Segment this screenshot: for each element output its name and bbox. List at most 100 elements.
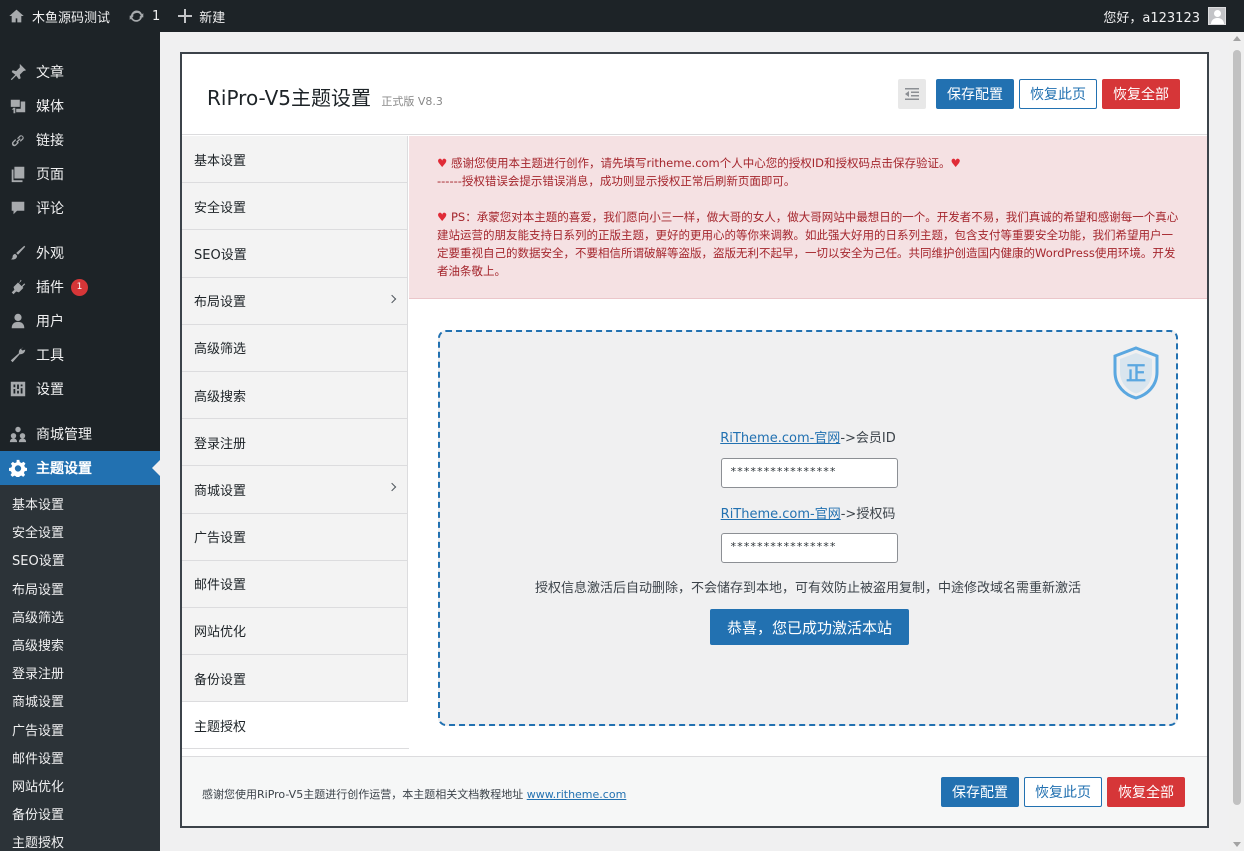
link-icon bbox=[8, 130, 28, 150]
footer-reset-all-button[interactable]: 恢复全部 bbox=[1107, 777, 1185, 807]
menu-item-plugins[interactable]: 插件 1 bbox=[0, 270, 160, 304]
auth-code-input[interactable]: **************** bbox=[721, 533, 898, 563]
submenu-item[interactable]: 主题授权 bbox=[0, 830, 160, 851]
nav-item[interactable]: 安全设置 bbox=[182, 183, 407, 231]
save-button[interactable]: 保存配置 bbox=[936, 79, 1014, 109]
menu-item-comments[interactable]: 评论 bbox=[0, 191, 160, 225]
member-id-input[interactable]: **************** bbox=[721, 458, 898, 488]
nav-label: 高级搜索 bbox=[194, 389, 247, 405]
comment-icon bbox=[8, 198, 28, 218]
new-label: 新建 bbox=[199, 10, 226, 26]
footer-save-button[interactable]: 保存配置 bbox=[941, 777, 1019, 807]
menu-label: 外观 bbox=[36, 246, 64, 262]
submenu-item[interactable]: 高级搜索 bbox=[0, 633, 160, 661]
menu-label: 商城管理 bbox=[36, 427, 92, 443]
menu-item-shop[interactable]: 商城管理 bbox=[0, 417, 160, 451]
nav-item-active[interactable]: 主题授权 bbox=[182, 702, 409, 750]
nav-item[interactable]: 登录注册 bbox=[182, 419, 407, 467]
nav-item[interactable]: 商城设置 bbox=[182, 466, 407, 514]
reset-page-button[interactable]: 恢复此页 bbox=[1019, 79, 1097, 109]
media-icon bbox=[8, 96, 28, 116]
panel-footer: 感谢您使用RiPro-V5主题进行创作运营，本主题相关文档教程地址 www.ri… bbox=[182, 756, 1207, 826]
nav-item[interactable]: SEO设置 bbox=[182, 230, 407, 278]
menu-label: 链接 bbox=[36, 133, 64, 149]
menu-label: 主题设置 bbox=[36, 461, 92, 477]
nav-item[interactable]: 高级筛选 bbox=[182, 325, 407, 372]
menu-item-settings[interactable]: 设置 bbox=[0, 372, 160, 406]
page-scrollbar[interactable] bbox=[1229, 32, 1244, 851]
menu-item-tools[interactable]: 工具 bbox=[0, 338, 160, 372]
notice-line: ♥ 感谢您使用本主题进行创作，请先填写ritheme.com个人中心您的授权ID… bbox=[437, 154, 1179, 172]
chevron-right-icon bbox=[387, 294, 397, 303]
panel-header: RiPro-V5主题设置 正式版 V8.3 保存配置 恢复此页 恢复全部 bbox=[182, 54, 1207, 135]
menu-separator bbox=[0, 406, 160, 417]
submenu-item[interactable]: 邮件设置 bbox=[0, 746, 160, 774]
nav-label: 高级筛选 bbox=[194, 342, 247, 358]
submenu-item[interactable]: 商城设置 bbox=[0, 689, 160, 717]
notice-text: PS：承蒙您对本主题的喜爱，我们愿向小三一样，做大哥的女人，做大哥网站中最想日的… bbox=[437, 210, 1179, 278]
submenu-item[interactable]: 基本设置 bbox=[0, 492, 160, 520]
settings-panel: RiPro-V5主题设置 正式版 V8.3 保存配置 恢复此页 恢复全部 基本设… bbox=[180, 52, 1209, 828]
nav-item[interactable]: 广告设置 bbox=[182, 514, 407, 561]
nav-item[interactable]: 布局设置 bbox=[182, 278, 407, 325]
nav-item[interactable]: 邮件设置 bbox=[182, 561, 407, 608]
ritheme-link[interactable]: RiTheme.com-官网 bbox=[721, 507, 841, 522]
settings-content: ♥ 感谢您使用本主题进行创作，请先填写ritheme.com个人中心您的授权ID… bbox=[409, 136, 1207, 756]
menu-separator bbox=[0, 225, 160, 236]
menu-item-pages[interactable]: 页面 bbox=[0, 157, 160, 191]
reset-all-button[interactable]: 恢复全部 bbox=[1102, 79, 1180, 109]
menu-item-appearance[interactable]: 外观 bbox=[0, 236, 160, 270]
menu-item-media[interactable]: 媒体 bbox=[0, 89, 160, 123]
nav-item[interactable]: 高级搜索 bbox=[182, 372, 407, 420]
submenu-item[interactable]: 网站优化 bbox=[0, 774, 160, 802]
license-note: 授权信息激活后自动删除，不会储存到本地，可有效防止被盗用复制，中途修改域名需重新… bbox=[534, 581, 1081, 596]
auth-code-label: RiTheme.com-官网->授权码 bbox=[440, 503, 1176, 522]
new-content-link[interactable]: 新建 bbox=[168, 0, 233, 32]
submenu-item[interactable]: 登录注册 bbox=[0, 661, 160, 689]
nav-label: 布局设置 bbox=[194, 295, 247, 311]
nav-item[interactable]: 备份设置 bbox=[182, 655, 407, 703]
nav-item[interactable]: 网站优化 bbox=[182, 608, 407, 656]
submenu-item[interactable]: 安全设置 bbox=[0, 520, 160, 548]
footer-reset-page-button[interactable]: 恢复此页 bbox=[1024, 777, 1102, 807]
brush-icon bbox=[8, 243, 28, 263]
license-box: 正 RiTheme.com-官网->会员ID **************** … bbox=[438, 330, 1178, 726]
menu-item-links[interactable]: 链接 bbox=[0, 123, 160, 157]
submenu-item[interactable]: 布局设置 bbox=[0, 577, 160, 605]
expand-toggle-button[interactable] bbox=[898, 79, 926, 109]
menu-label: 文章 bbox=[36, 65, 64, 81]
ritheme-link[interactable]: RiTheme.com-官网 bbox=[720, 431, 840, 446]
shield-icon: 正 bbox=[1112, 346, 1160, 404]
my-account[interactable]: 您好，a123123 bbox=[1103, 7, 1244, 26]
settings-icon bbox=[8, 379, 28, 399]
greeting: 您好，a123123 bbox=[1103, 10, 1200, 26]
submenu-item[interactable]: SEO设置 bbox=[0, 548, 160, 576]
nav-label: 主题授权 bbox=[194, 719, 247, 735]
updates-link[interactable]: 1 bbox=[118, 0, 168, 32]
nav-label: 登录注册 bbox=[194, 436, 247, 452]
scroll-up-arrow-icon[interactable] bbox=[1233, 36, 1241, 41]
heart-icon: ♥ bbox=[437, 210, 448, 224]
site-name-link[interactable]: 木鱼源码测试 bbox=[0, 0, 118, 32]
pin-icon bbox=[8, 62, 28, 82]
submenu-item[interactable]: 广告设置 bbox=[0, 718, 160, 746]
auth-code-suffix: ->授权码 bbox=[840, 507, 896, 522]
user-icon bbox=[8, 311, 28, 331]
menu-label: 工具 bbox=[36, 348, 64, 364]
menu-item-theme-settings[interactable]: 主题设置 bbox=[0, 451, 160, 485]
nav-item[interactable]: 基本设置 bbox=[182, 136, 407, 184]
menu-item-posts[interactable]: 文章 bbox=[0, 55, 160, 89]
menu-item-users[interactable]: 用户 bbox=[0, 304, 160, 338]
admin-bar: 木鱼源码测试 1 新建 您好，a123123 bbox=[0, 0, 1244, 32]
menu-label: 页面 bbox=[36, 167, 64, 183]
nav-label: SEO设置 bbox=[194, 247, 247, 263]
scrollbar-thumb[interactable] bbox=[1233, 50, 1241, 805]
footer-docs-link[interactable]: www.ritheme.com bbox=[527, 788, 627, 801]
submenu-item[interactable]: 高级筛选 bbox=[0, 605, 160, 633]
plugin-icon bbox=[8, 277, 28, 297]
activated-button[interactable]: 恭喜，您已成功激活本站 bbox=[710, 609, 909, 645]
submenu-item[interactable]: 备份设置 bbox=[0, 802, 160, 830]
scroll-down-arrow-icon[interactable] bbox=[1233, 842, 1241, 847]
settings-nav: 基本设置 安全设置 SEO设置 布局设置 高级筛选 高级搜索 登录注册 商城设置… bbox=[182, 136, 409, 750]
nav-label: 备份设置 bbox=[194, 672, 247, 688]
